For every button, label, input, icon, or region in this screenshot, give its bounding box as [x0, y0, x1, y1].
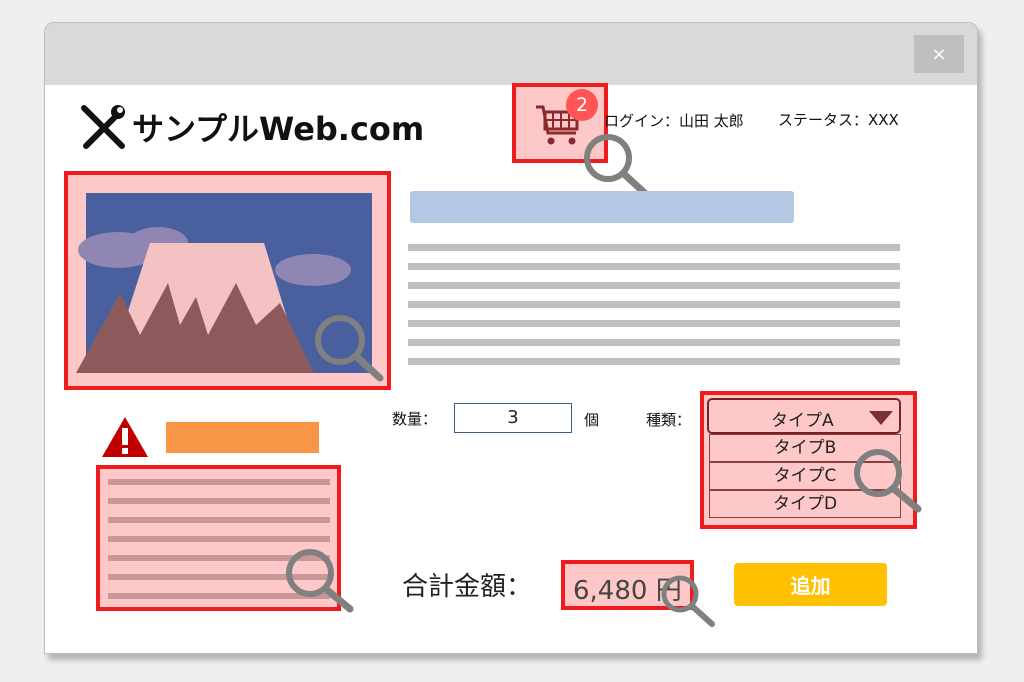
dropdown-arrow-icon	[869, 411, 893, 425]
tools-icon	[81, 105, 125, 149]
type-selected-value: タイプA	[771, 411, 834, 431]
quantity-label: 数量：	[392, 410, 438, 428]
add-to-cart-button[interactable]: 追加	[734, 563, 887, 606]
description-line	[408, 244, 900, 251]
warning-line	[108, 479, 330, 485]
warning-line	[108, 536, 330, 542]
warning-message-highlight[interactable]	[96, 465, 341, 611]
status-text: ステータス：XXX	[778, 111, 899, 129]
warning-line	[108, 574, 330, 580]
warning-line	[108, 555, 330, 561]
warning-title-placeholder	[166, 422, 319, 453]
warning-icon	[102, 417, 148, 457]
description-line	[408, 320, 900, 327]
description-line	[408, 301, 900, 308]
type-label: 種類：	[646, 411, 692, 429]
type-select[interactable]: タイプA	[707, 398, 901, 434]
warning-line	[108, 498, 330, 504]
description-line	[408, 282, 900, 289]
close-button[interactable]: ×	[914, 35, 964, 73]
type-option-d[interactable]: タイプD	[709, 490, 901, 518]
total-price-highlight: 6,480 円	[561, 560, 694, 610]
add-button-label: 追加	[790, 574, 831, 598]
warning-line	[108, 593, 330, 599]
description-line	[408, 339, 900, 346]
quantity-input[interactable]: 3	[454, 403, 572, 433]
product-image-highlight[interactable]	[64, 171, 391, 390]
quantity-unit: 個	[584, 411, 600, 429]
title-bar: ×	[45, 23, 977, 85]
total-price: 6,480 円	[573, 576, 682, 606]
product-title-placeholder	[410, 191, 794, 223]
type-option-c[interactable]: タイプC	[709, 462, 901, 490]
cart-badge: 2	[566, 89, 598, 121]
close-icon: ×	[931, 43, 947, 65]
warning-line	[108, 517, 330, 523]
cart-button[interactable]: 2	[512, 83, 608, 163]
description-line	[408, 263, 900, 270]
site-logo[interactable]: サンプルWeb.com	[132, 104, 424, 150]
type-option-b[interactable]: タイプB	[709, 434, 901, 462]
login-user: ログイン：山田 太郎	[604, 112, 744, 130]
product-image	[76, 193, 372, 373]
description-line	[408, 358, 900, 365]
total-label: 合計金額：	[402, 572, 533, 602]
